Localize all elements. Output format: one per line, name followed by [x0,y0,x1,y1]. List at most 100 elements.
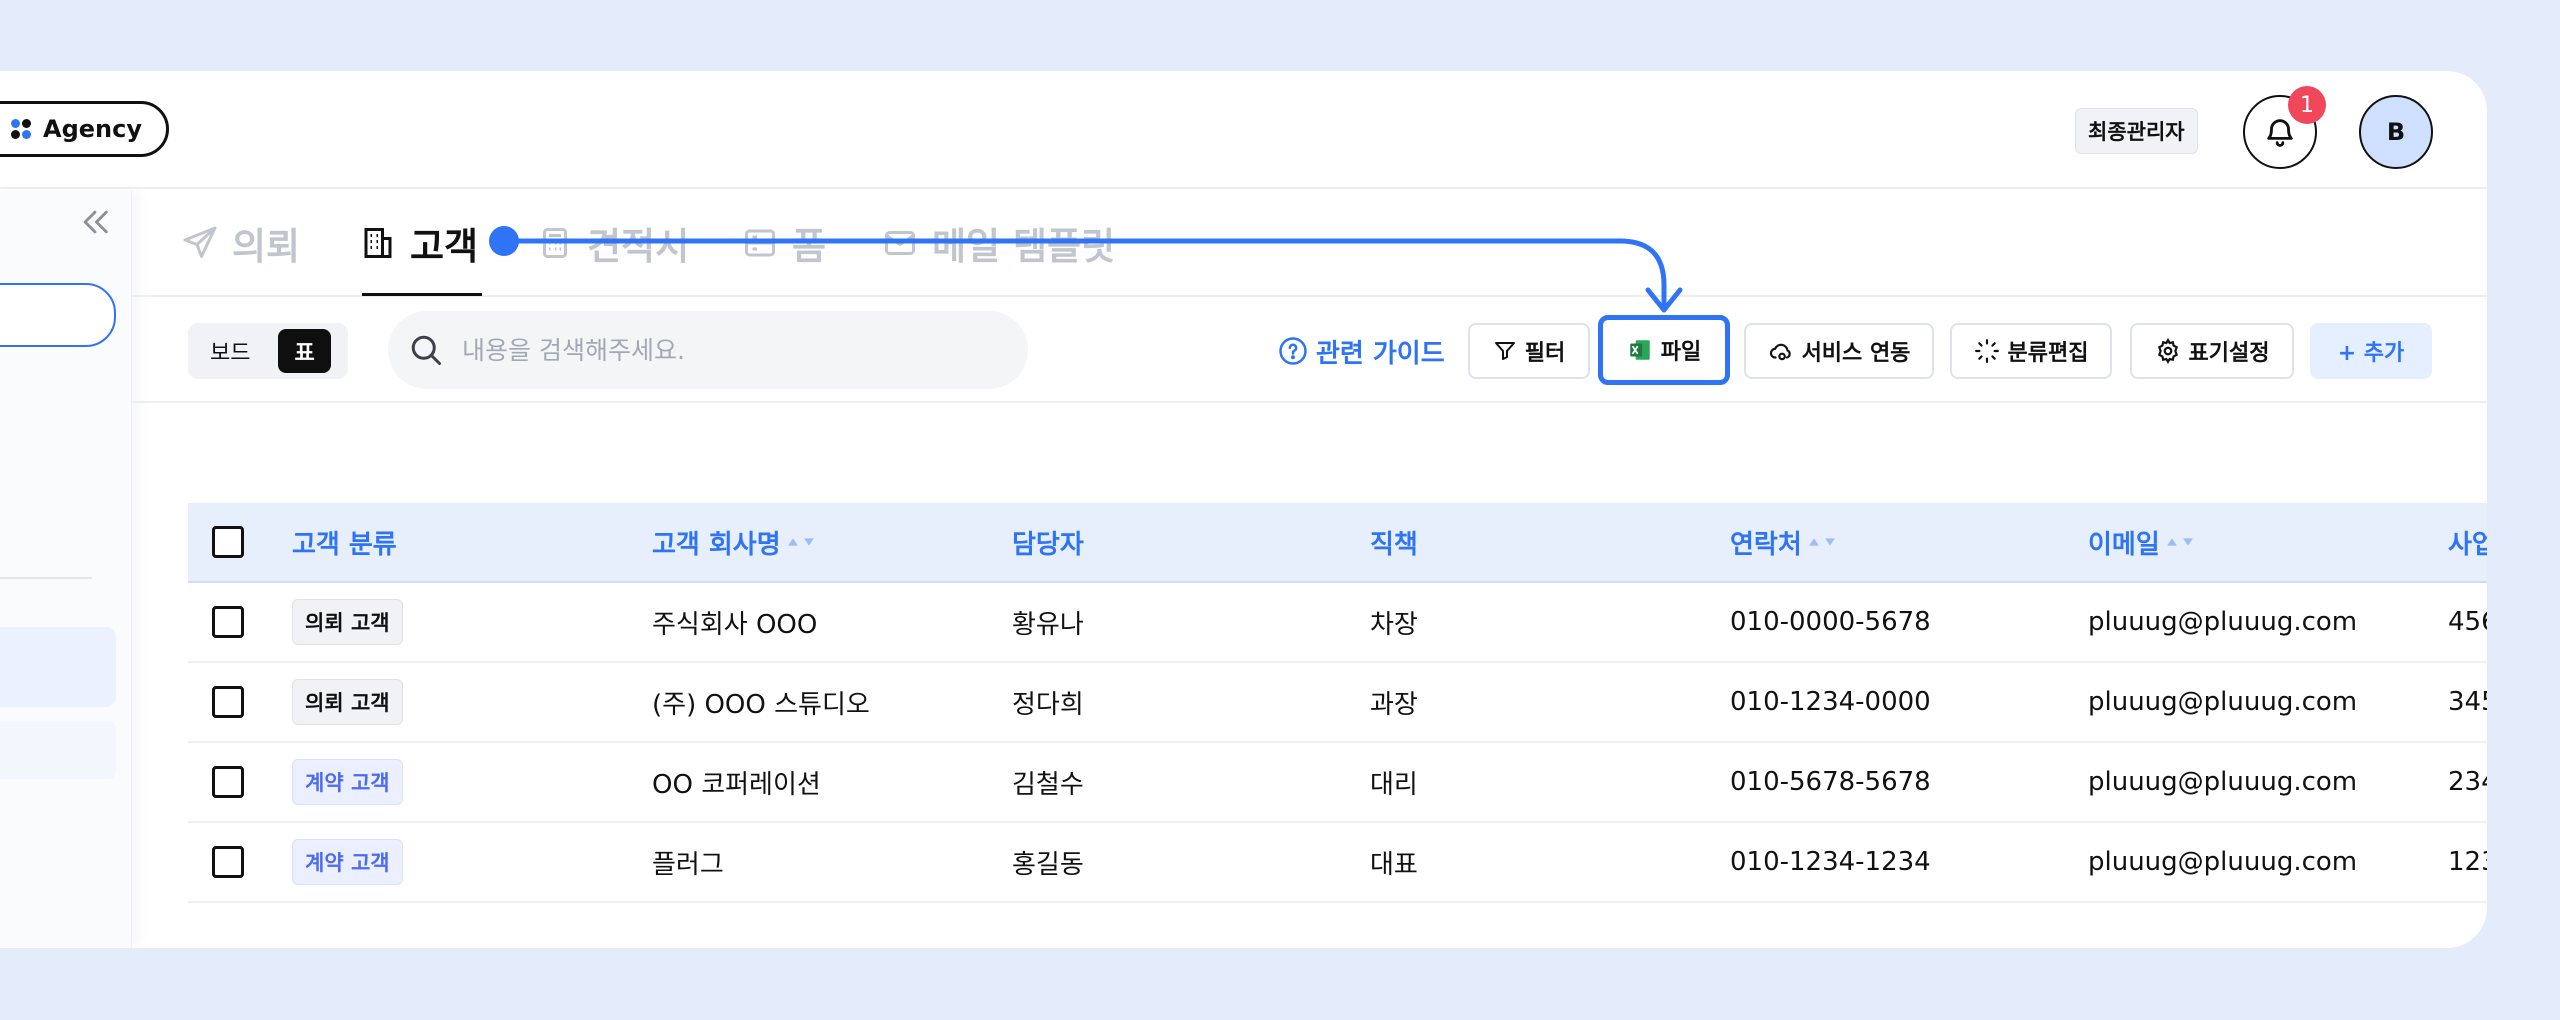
add-button[interactable]: + 추가 [2310,323,2432,379]
table-settings-button[interactable]: 표기설정 [2130,323,2294,379]
sort-icon[interactable] [2166,536,2194,548]
agency-switcher[interactable]: Agency [0,101,169,157]
send-icon [183,226,217,258]
column-header-label: 고객 회사명 [652,529,781,560]
position-cell: 과장 [1370,689,1418,720]
bell-icon [2267,119,2293,147]
active-tab-indicator [362,293,482,296]
row-checkbox[interactable] [212,686,244,718]
sidebar-item-active[interactable] [0,627,116,707]
search-icon [411,335,441,365]
phone-cell: 010-1234-1234 [1730,847,1931,877]
category-edit-button[interactable]: 분류편집 [1950,323,2112,379]
search-box [388,311,1028,389]
notification-count-badge: 1 [2288,86,2326,124]
column-header-company[interactable]: 고객 회사명 [652,503,815,581]
table-header: 고객 분류 고객 회사명 담당자 직책 연락처 이메일 사업 [188,503,2487,583]
tab-label: 의뢰 [232,225,301,268]
guide-label: 관련 가이드 [1316,338,1445,369]
tab-label: 폼 [792,225,827,268]
customer-category-chip: 계약 고객 [292,839,403,885]
table-row[interactable]: 의뢰 고객 주식회사 OOO 황유나 차장 010-0000-5678 pluu… [188,583,2487,663]
column-header-label: 이메일 [2088,529,2160,560]
customer-category-chip: 의뢰 고객 [292,599,403,645]
phone-cell: 010-1234-0000 [1730,687,1931,717]
position-cell: 대표 [1370,849,1418,880]
column-header-email[interactable]: 이메일 [2088,503,2194,581]
search-input[interactable] [462,335,1002,365]
help-circle-icon [1279,337,1307,365]
table-settings-label: 표기설정 [2188,341,2270,366]
sidebar-divider [0,577,92,579]
manager-cell: 홍길동 [1012,849,1084,880]
manager-cell: 황유나 [1012,609,1084,640]
view-toggle: 보드 표 [188,323,348,379]
business-cell: 345 [2448,687,2487,717]
file-label: 파일 [1660,340,1702,365]
sort-icon[interactable] [1808,536,1836,548]
file-export-button[interactable]: 파일 [1598,315,1730,385]
row-checkbox[interactable] [212,846,244,878]
sort-icon[interactable] [787,536,815,548]
email-cell: pluuug@pluuug.com [2088,687,2358,717]
tab-label: 메일 템플릿 [932,225,1116,268]
customer-table: 고객 분류 고객 회사명 담당자 직책 연락처 이메일 사업 의뢰 고객 주식회… [188,503,2487,903]
business-cell: 234 [2448,767,2487,797]
view-table-option[interactable]: 표 [278,329,331,373]
top-bar: Agency 최종관리자 1 B [0,71,2487,189]
tab-quote[interactable]: 견적서 [537,213,689,273]
column-header-position: 직책 [1370,529,1418,560]
agency-label: Agency [43,115,142,143]
business-cell: 123 [2448,847,2487,877]
column-header-manager: 담당자 [1012,529,1084,560]
admin-role-badge: 최종관리자 [2075,108,2198,154]
phone-cell: 010-5678-5678 [1730,767,1931,797]
sidebar-item[interactable] [0,721,116,779]
email-cell: pluuug@pluuug.com [2088,767,2358,797]
gear-icon [2157,338,2178,364]
tab-label: 견적서 [587,225,690,268]
manager-cell: 김철수 [1012,769,1084,800]
company-cell: 플러그 [652,849,724,880]
service-label: 서비스 연동 [1801,341,1911,366]
view-board-option[interactable]: 보드 [194,329,266,373]
email-cell: pluuug@pluuug.com [2088,847,2358,877]
sidebar-search-input[interactable] [0,283,116,347]
tab-mail-template[interactable]: 메일 템플릿 [882,213,1115,273]
table-row[interactable]: 계약 고객 플러그 홍길동 대표 010-1234-1234 pluuug@pl… [188,823,2487,903]
company-cell: OO 코퍼레이션 [652,769,821,800]
phone-cell: 010-0000-5678 [1730,607,1931,637]
table-row[interactable]: 계약 고객 OO 코퍼레이션 김철수 대리 010-5678-5678 pluu… [188,743,2487,823]
company-cell: (주) OOO 스튜디오 [652,689,870,720]
tab-customer[interactable]: 고객 [360,213,478,273]
row-checkbox[interactable] [212,766,244,798]
customer-category-chip: 계약 고객 [292,759,403,805]
select-all-checkbox[interactable] [212,526,244,558]
building-icon [364,228,392,258]
column-header-business: 사업 [2448,529,2487,560]
app-window: Agency 최종관리자 1 B 의뢰 고객 견적서 폼 메일 템플릿 보드 표… [0,71,2487,948]
tab-form[interactable]: 폼 [742,213,826,273]
collapse-sidebar-icon[interactable] [78,205,112,239]
column-header-category: 고객 분류 [292,529,397,560]
business-cell: 456 [2448,607,2487,637]
related-guide-link[interactable]: 관련 가이드 [1278,323,1445,379]
sidebar [0,191,132,948]
excel-icon [1630,340,1650,360]
row-checkbox[interactable] [212,606,244,638]
loader-icon [1974,339,1999,363]
user-avatar[interactable]: B [2359,95,2433,169]
company-cell: 주식회사 OOO [652,609,818,640]
service-integration-button[interactable]: 서비스 연동 [1744,323,1934,379]
filter-button[interactable]: 필터 [1468,323,1590,379]
cloud-link-icon [1769,343,1791,361]
manager-cell: 정다희 [1012,689,1084,720]
filter-icon [1494,342,1515,360]
tab-request[interactable]: 의뢰 [182,213,300,273]
column-header-phone[interactable]: 연락처 [1730,503,1836,581]
toolbar: 보드 표 관련 가이드 필터 파일 서비스 연동 분류편집 표기 [132,297,2487,403]
agency-logo-icon [11,119,31,139]
table-row[interactable]: 의뢰 고객 (주) OOO 스튜디오 정다희 과장 010-1234-0000 … [188,663,2487,743]
mail-icon [885,231,915,255]
form-icon [745,229,775,257]
